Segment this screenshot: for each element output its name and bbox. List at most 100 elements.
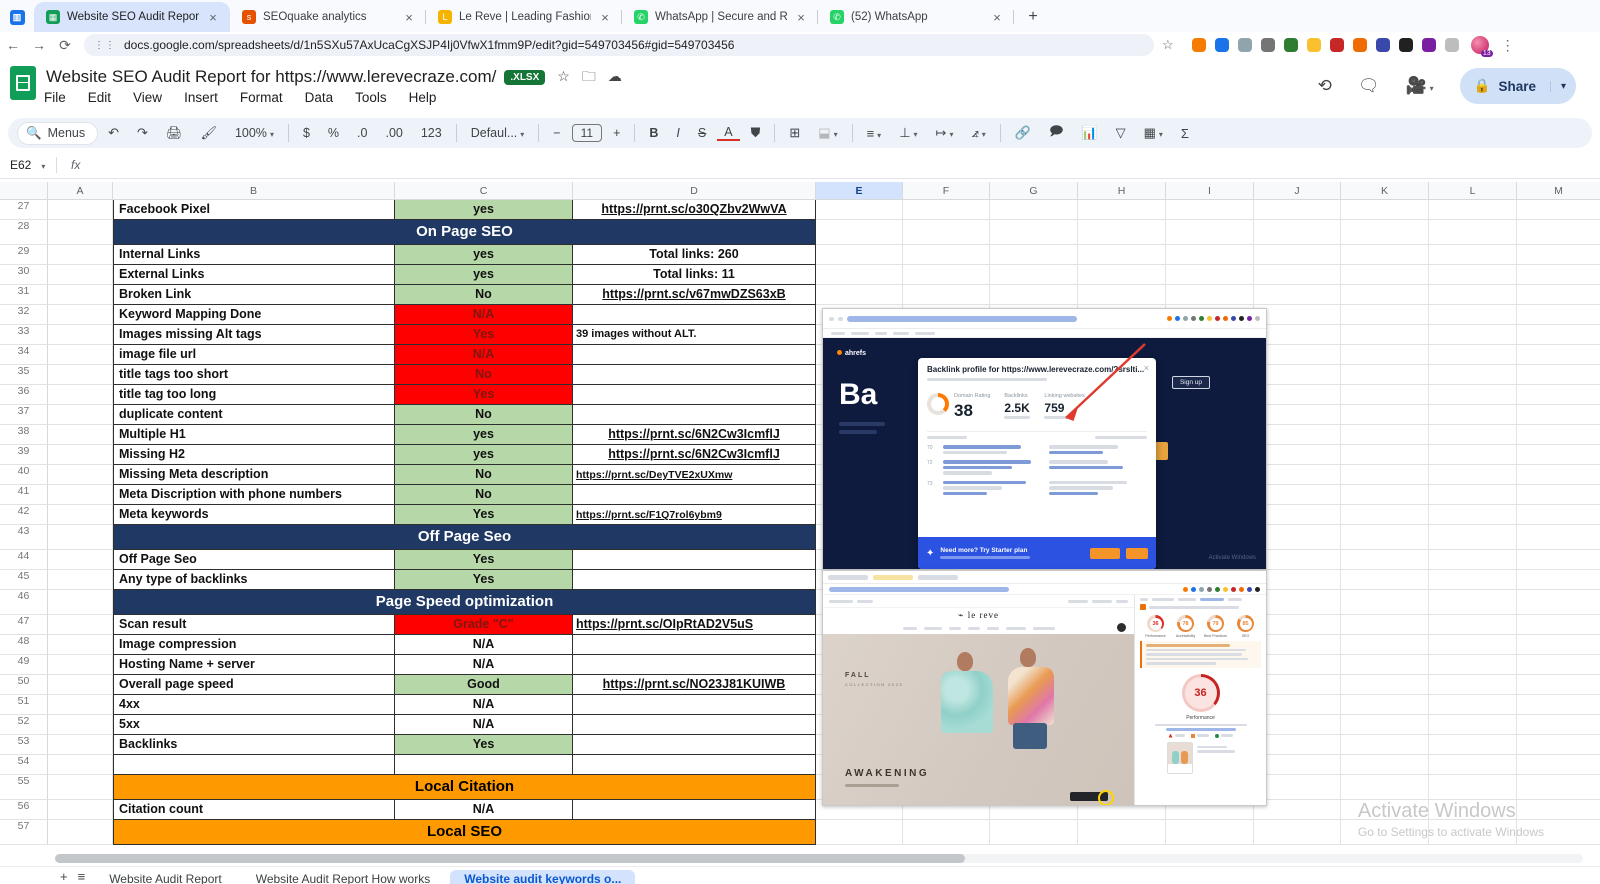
- format-currency-button[interactable]: $: [296, 126, 317, 140]
- cell[interactable]: [1166, 200, 1254, 220]
- row-header-41[interactable]: 41: [0, 485, 48, 505]
- cell[interactable]: [1254, 505, 1341, 525]
- cell[interactable]: [1254, 635, 1341, 655]
- table-button[interactable]: ▦▾: [1137, 125, 1170, 141]
- cell[interactable]: [48, 615, 113, 635]
- cell[interactable]: [1341, 755, 1429, 775]
- select-all-corner[interactable]: [0, 182, 48, 200]
- all-sheets-button[interactable]: ≡: [78, 870, 86, 883]
- menu-view[interactable]: View: [133, 90, 162, 105]
- status-cell[interactable]: N/A: [395, 305, 573, 325]
- name-box[interactable]: E62▾: [0, 158, 56, 172]
- back-button[interactable]: ←: [0, 37, 26, 53]
- audit-item-cell[interactable]: Meta keywords: [113, 505, 395, 525]
- section-header-cell[interactable]: On Page SEO: [113, 220, 816, 245]
- column-header-E[interactable]: E: [816, 182, 903, 200]
- row-header-40[interactable]: 40: [0, 465, 48, 485]
- cell[interactable]: [1429, 590, 1517, 615]
- cell[interactable]: [1341, 220, 1429, 245]
- cell[interactable]: [1429, 365, 1517, 385]
- cell[interactable]: [1254, 550, 1341, 570]
- extension-icon[interactable]: [1261, 38, 1275, 52]
- embedded-image-ahrefs-backlinks[interactable]: ahrefs Ba Sign up Backlink profile for h…: [822, 308, 1267, 570]
- row-header-34[interactable]: 34: [0, 345, 48, 365]
- text-rotate-button[interactable]: ⦨▾: [964, 125, 992, 141]
- row-header-31[interactable]: 31: [0, 285, 48, 305]
- cell[interactable]: [1166, 265, 1254, 285]
- cell[interactable]: [1341, 265, 1429, 285]
- status-cell[interactable]: Grade "C": [395, 615, 573, 635]
- cell[interactable]: [1254, 655, 1341, 675]
- increase-decimal-button[interactable]: .00: [378, 126, 409, 140]
- sheet-tab[interactable]: Website Audit Report How works: [242, 870, 445, 884]
- cell[interactable]: [48, 570, 113, 590]
- audit-item-cell[interactable]: Multiple H1: [113, 425, 395, 445]
- cell[interactable]: [1517, 775, 1600, 800]
- status-cell[interactable]: yes: [395, 425, 573, 445]
- cell[interactable]: [1254, 615, 1341, 635]
- cell[interactable]: [1429, 755, 1517, 775]
- cell[interactable]: [1341, 305, 1429, 325]
- column-header-J[interactable]: J: [1254, 182, 1341, 200]
- reload-button[interactable]: ⟳: [52, 37, 78, 54]
- detail-cell[interactable]: [573, 385, 816, 405]
- audit-item-cell[interactable]: Missing H2: [113, 445, 395, 465]
- row-header-53[interactable]: 53: [0, 735, 48, 755]
- extension-icon[interactable]: [1422, 38, 1436, 52]
- column-header-I[interactable]: I: [1166, 182, 1254, 200]
- status-cell[interactable]: yes: [395, 445, 573, 465]
- row-header-51[interactable]: 51: [0, 695, 48, 715]
- detail-cell[interactable]: [573, 695, 816, 715]
- status-cell[interactable]: N/A: [395, 715, 573, 735]
- cell[interactable]: [1429, 715, 1517, 735]
- cell[interactable]: [1254, 590, 1341, 615]
- cell[interactable]: [48, 735, 113, 755]
- cell[interactable]: [1517, 305, 1600, 325]
- cell[interactable]: [1254, 285, 1341, 305]
- audit-item-cell[interactable]: duplicate content: [113, 405, 395, 425]
- horizontal-scrollbar[interactable]: [0, 851, 1600, 866]
- detail-cell[interactable]: [573, 570, 816, 590]
- banner-cta-button[interactable]: [1090, 548, 1120, 559]
- cell[interactable]: [990, 200, 1078, 220]
- site-info-icon[interactable]: ⋮⋮: [94, 40, 116, 51]
- spreadsheet-grid[interactable]: ABCDEFGHIJKLM27Facebook Pixelyeshttps://…: [0, 182, 1600, 851]
- cell[interactable]: [1341, 525, 1429, 550]
- detail-cell[interactable]: [573, 550, 816, 570]
- url-field[interactable]: ⋮⋮ docs.google.com/spreadsheets/d/1n5SXu…: [84, 34, 1154, 56]
- column-header-M[interactable]: M: [1517, 182, 1600, 200]
- audit-item-cell[interactable]: Scan result: [113, 615, 395, 635]
- status-cell[interactable]: N/A: [395, 635, 573, 655]
- cell[interactable]: [1341, 635, 1429, 655]
- cell[interactable]: [1254, 245, 1341, 265]
- cell[interactable]: [1341, 465, 1429, 485]
- cell[interactable]: [1341, 405, 1429, 425]
- menus-search-button[interactable]: 🔍Menus: [18, 123, 97, 144]
- cell[interactable]: [1517, 635, 1600, 655]
- cell[interactable]: [1517, 365, 1600, 385]
- cell[interactable]: [1517, 465, 1600, 485]
- extension-icon[interactable]: [1445, 38, 1459, 52]
- cell[interactable]: [1429, 200, 1517, 220]
- cell[interactable]: [1517, 325, 1600, 345]
- detail-cell[interactable]: https://prnt.sc/F1Q7rol6ybm9: [573, 505, 816, 525]
- row-header-29[interactable]: 29: [0, 245, 48, 265]
- status-cell[interactable]: No: [395, 365, 573, 385]
- cell[interactable]: [48, 200, 113, 220]
- cell[interactable]: [1517, 655, 1600, 675]
- cell[interactable]: [990, 820, 1078, 845]
- cell[interactable]: [816, 245, 903, 265]
- audit-item-cell[interactable]: 5xx: [113, 715, 395, 735]
- row-header-38[interactable]: 38: [0, 425, 48, 445]
- bookmark-star-icon[interactable]: ☆: [1162, 37, 1174, 53]
- detail-cell[interactable]: [573, 345, 816, 365]
- cell[interactable]: [48, 820, 113, 845]
- cell[interactable]: [1429, 635, 1517, 655]
- cell[interactable]: [1166, 285, 1254, 305]
- cell[interactable]: [48, 775, 113, 800]
- section-header-cell[interactable]: Off Page Seo: [113, 525, 816, 550]
- column-header-K[interactable]: K: [1341, 182, 1429, 200]
- cell[interactable]: [1341, 425, 1429, 445]
- column-header-D[interactable]: D: [573, 182, 816, 200]
- detail-cell[interactable]: [573, 365, 816, 385]
